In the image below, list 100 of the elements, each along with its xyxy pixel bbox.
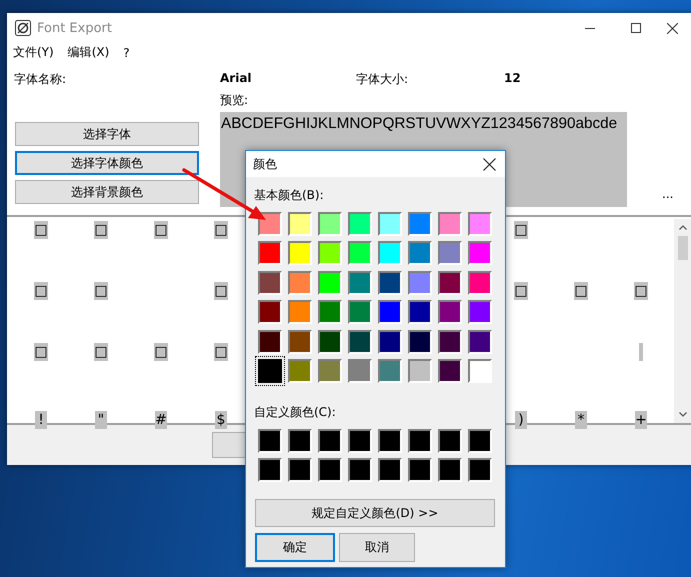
color-swatch[interactable] [258,270,282,295]
color-swatch[interactable] [258,212,282,236]
color-swatch[interactable] [318,458,342,482]
dialog-button[interactable]: 确定 [255,533,335,562]
color-swatch[interactable] [288,270,312,295]
glyph-cell: ) [515,411,527,429]
color-swatch[interactable] [348,300,372,324]
glyph-cell: □ [514,221,528,239]
scroll-thumb[interactable] [678,236,688,260]
color-swatch[interactable] [378,300,402,324]
action-button[interactable]: 选择背景颜色 [15,180,199,204]
color-swatch[interactable] [288,458,312,482]
color-swatch[interactable] [258,428,282,453]
dialog-button[interactable]: 取消 [339,533,415,562]
section-label: 基本颜色(B): [254,187,325,203]
glyph-cell: # [155,411,167,429]
glyph-cell: □ [514,282,528,300]
close-icon[interactable] [483,158,496,170]
color-swatch[interactable] [438,458,462,482]
scroll-up-icon[interactable] [678,225,687,230]
color-swatch[interactable] [348,359,372,384]
color-swatch[interactable] [288,359,312,384]
color-swatch[interactable] [438,359,462,384]
color-swatch[interactable] [318,359,342,384]
color-swatch[interactable] [378,458,402,482]
scroll-down-icon[interactable] [678,412,687,417]
window-title: Font Export [37,20,112,36]
color-swatch[interactable] [438,300,462,324]
color-swatch[interactable] [378,428,402,453]
color-swatch[interactable] [468,330,492,354]
color-swatch[interactable] [258,359,282,384]
color-swatch[interactable] [408,270,432,295]
color-swatch[interactable] [408,428,432,453]
menu-item[interactable]: 编辑(X) [68,44,110,61]
color-swatch[interactable] [468,300,492,324]
color-swatch[interactable] [258,300,282,324]
color-swatch[interactable] [408,359,432,384]
color-swatch[interactable] [318,428,342,453]
glyph-cell: □ [214,343,228,361]
color-swatch[interactable] [378,270,402,295]
color-swatch[interactable] [378,241,402,266]
color-swatch[interactable] [288,241,312,266]
color-swatch[interactable] [288,330,312,354]
color-swatch[interactable] [468,212,492,236]
color-swatch[interactable] [348,428,372,453]
color-swatch[interactable] [348,330,372,354]
font-size-value: 12 [504,71,521,87]
color-swatch[interactable] [438,241,462,266]
app-icon [15,20,31,36]
glyph-cell: □ [34,282,48,300]
color-swatch[interactable] [438,270,462,295]
color-swatch[interactable] [408,300,432,324]
color-swatch[interactable] [378,212,402,236]
color-swatch[interactable] [288,212,312,236]
color-swatch[interactable] [408,458,432,482]
scrollbar[interactable] [674,219,691,423]
glyph-cell: + [635,411,647,429]
define-colors-button[interactable]: 规定自定义颜色(D) >> [255,499,495,527]
color-swatch[interactable] [318,270,342,295]
color-swatch[interactable] [468,458,492,482]
color-swatch[interactable] [408,241,432,266]
color-swatch[interactable] [468,359,492,384]
color-swatch[interactable] [258,241,282,266]
menu-item[interactable]: ? [123,46,130,60]
glyph-cell: □ [634,282,648,300]
color-swatch[interactable] [468,428,492,453]
color-swatch[interactable] [438,212,462,236]
color-swatch[interactable] [348,212,372,236]
color-swatch[interactable] [318,300,342,324]
menu-item[interactable]: 文件(Y) [13,44,54,61]
color-swatch[interactable] [288,300,312,324]
color-swatch[interactable] [378,359,402,384]
preview-text: ABCDEFGHIJKLMNOPQRSTUVWXYZ1234567890abcde [221,115,618,133]
color-swatch[interactable] [318,241,342,266]
color-swatch[interactable] [288,428,312,453]
preview-label: 预览: [220,92,250,109]
action-button[interactable]: 选择字体颜色 [15,151,199,175]
color-swatch[interactable] [318,330,342,354]
action-button[interactable]: 选择字体 [15,122,199,146]
color-swatch[interactable] [438,428,462,453]
font-name-value: Arial [220,71,253,87]
glyph-cell: □ [34,221,48,239]
color-swatch[interactable] [258,458,282,482]
color-swatch[interactable] [408,212,432,236]
glyph-cell: □ [214,282,228,300]
color-swatch[interactable] [468,241,492,266]
section-label: 自定义颜色(C): [254,404,337,420]
color-swatch[interactable] [438,330,462,354]
glyph-cell: □ [574,282,588,300]
color-swatch[interactable] [408,330,432,354]
glyph-cell: □ [154,221,168,239]
glyph-cell: □ [214,221,228,239]
color-swatch[interactable] [468,270,492,295]
color-swatch[interactable] [348,241,372,266]
color-swatch[interactable] [318,212,342,236]
glyph-cell: □ [154,343,168,361]
color-swatch[interactable] [348,458,372,482]
color-swatch[interactable] [378,330,402,354]
color-swatch[interactable] [348,270,372,295]
color-swatch[interactable] [258,330,282,354]
